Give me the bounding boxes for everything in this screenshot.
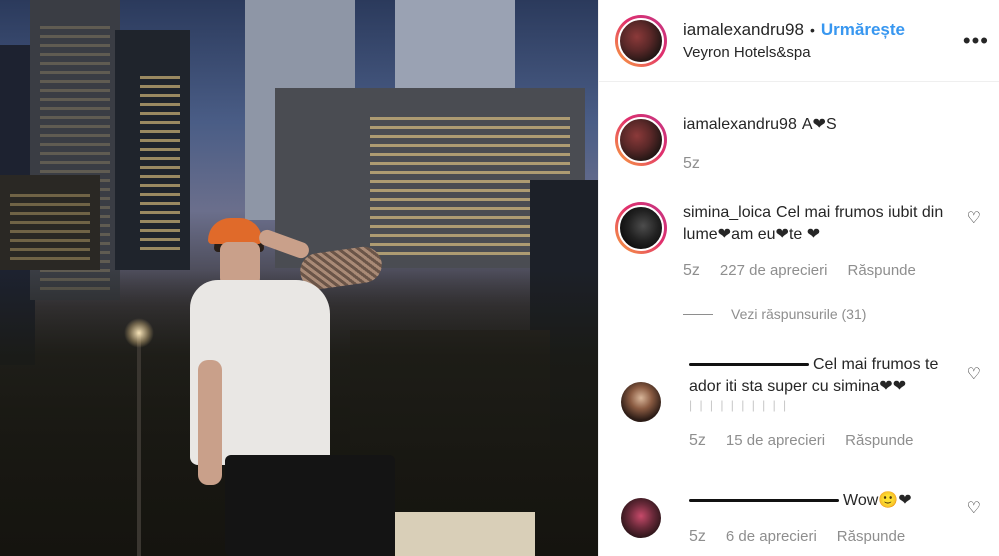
comment-text: Cel mai frumos te ador iti sta super cu … bbox=[689, 354, 959, 398]
likes-count[interactable]: 6 de aprecieri bbox=[726, 528, 817, 546]
commenter-username[interactable]: simina_loica bbox=[683, 204, 771, 221]
more-options-icon[interactable]: ••• bbox=[963, 30, 989, 52]
comment-panel: iamalexandru98 • Urmărește Veyron Hotels… bbox=[598, 0, 999, 556]
caption-item: iamalexandru98 A❤S 5z bbox=[615, 114, 999, 173]
comment-time[interactable]: 5z bbox=[689, 432, 706, 450]
commenter-avatar[interactable] bbox=[615, 202, 667, 254]
caption-username[interactable]: iamalexandru98 bbox=[683, 116, 797, 133]
comments-list[interactable]: iamalexandru98 A❤S 5z simina_loica Cel mai… bbox=[599, 82, 999, 556]
author-avatar[interactable] bbox=[615, 14, 667, 67]
comment-meta: 5z 6 de aprecieri Răspunde bbox=[689, 528, 959, 546]
view-replies-label: Vezi răspunsurile (31) bbox=[731, 306, 867, 322]
location-link[interactable]: Veyron Hotels&spa bbox=[683, 44, 905, 61]
divider-line bbox=[683, 313, 713, 315]
caption-avatar[interactable] bbox=[615, 114, 667, 166]
author-info: iamalexandru98 • Urmărește Veyron Hotels… bbox=[683, 20, 905, 61]
wall bbox=[395, 512, 535, 556]
reply-button[interactable]: Răspunde bbox=[847, 262, 915, 280]
comment-body: Cel mai frumos te ador iti sta super cu … bbox=[689, 356, 939, 395]
heart-outline-icon[interactable]: ♡ bbox=[967, 208, 981, 228]
redacted-text: | | | | | | | | | | bbox=[689, 398, 789, 412]
separator-dot: • bbox=[809, 22, 815, 38]
comment-text: Wow🙂❤ bbox=[689, 490, 959, 512]
commenter-avatar[interactable] bbox=[621, 498, 661, 538]
comment-meta: 5z 15 de aprecieri Răspunde bbox=[689, 432, 959, 450]
commenter-avatar[interactable] bbox=[621, 382, 661, 422]
likes-count[interactable]: 15 de aprecieri bbox=[726, 432, 825, 450]
reply-button[interactable]: Răspunde bbox=[837, 528, 905, 546]
comment-text: simina_loica Cel mai frumos iubit din lum… bbox=[683, 202, 953, 246]
redacted-username bbox=[689, 363, 809, 367]
caption-body: A❤S bbox=[801, 116, 837, 133]
comment-item: Wow🙂❤ 5z 6 de aprecieri Răspunde bbox=[615, 490, 999, 546]
view-replies-button[interactable]: Vezi răspunsurile (31) bbox=[683, 306, 866, 322]
avatar-image bbox=[618, 205, 664, 251]
comment-time[interactable]: 5z bbox=[689, 528, 706, 546]
heart-outline-icon[interactable]: ♡ bbox=[967, 364, 981, 384]
pants bbox=[225, 455, 395, 556]
likes-count[interactable]: 227 de aprecieri bbox=[720, 262, 828, 280]
cap bbox=[208, 218, 262, 244]
comment-item: simina_loica Cel mai frumos iubit din lum… bbox=[615, 202, 999, 280]
post-photo[interactable] bbox=[0, 0, 598, 556]
caption-text: iamalexandru98 A❤S bbox=[683, 114, 953, 136]
post-header: iamalexandru98 • Urmărește Veyron Hotels… bbox=[599, 0, 999, 82]
instagram-post: iamalexandru98 • Urmărește Veyron Hotels… bbox=[0, 0, 999, 556]
avatar-image bbox=[618, 117, 664, 163]
follow-button[interactable]: Urmărește bbox=[821, 20, 905, 40]
comment-time[interactable]: 5z bbox=[683, 262, 700, 280]
street-lamp bbox=[137, 330, 141, 556]
reply-button[interactable]: Răspunde bbox=[845, 432, 913, 450]
avatar-image bbox=[618, 17, 664, 64]
comment-body: Wow🙂❤ bbox=[843, 492, 912, 509]
caption-time[interactable]: 5z bbox=[683, 155, 700, 173]
redacted-username bbox=[689, 499, 839, 503]
comment-meta: 5z 227 de aprecieri Răspunde bbox=[683, 262, 953, 280]
comment-item: Cel mai frumos te ador iti sta super cu … bbox=[615, 354, 999, 450]
heart-outline-icon[interactable]: ♡ bbox=[967, 498, 981, 518]
author-username[interactable]: iamalexandru98 bbox=[683, 20, 804, 40]
